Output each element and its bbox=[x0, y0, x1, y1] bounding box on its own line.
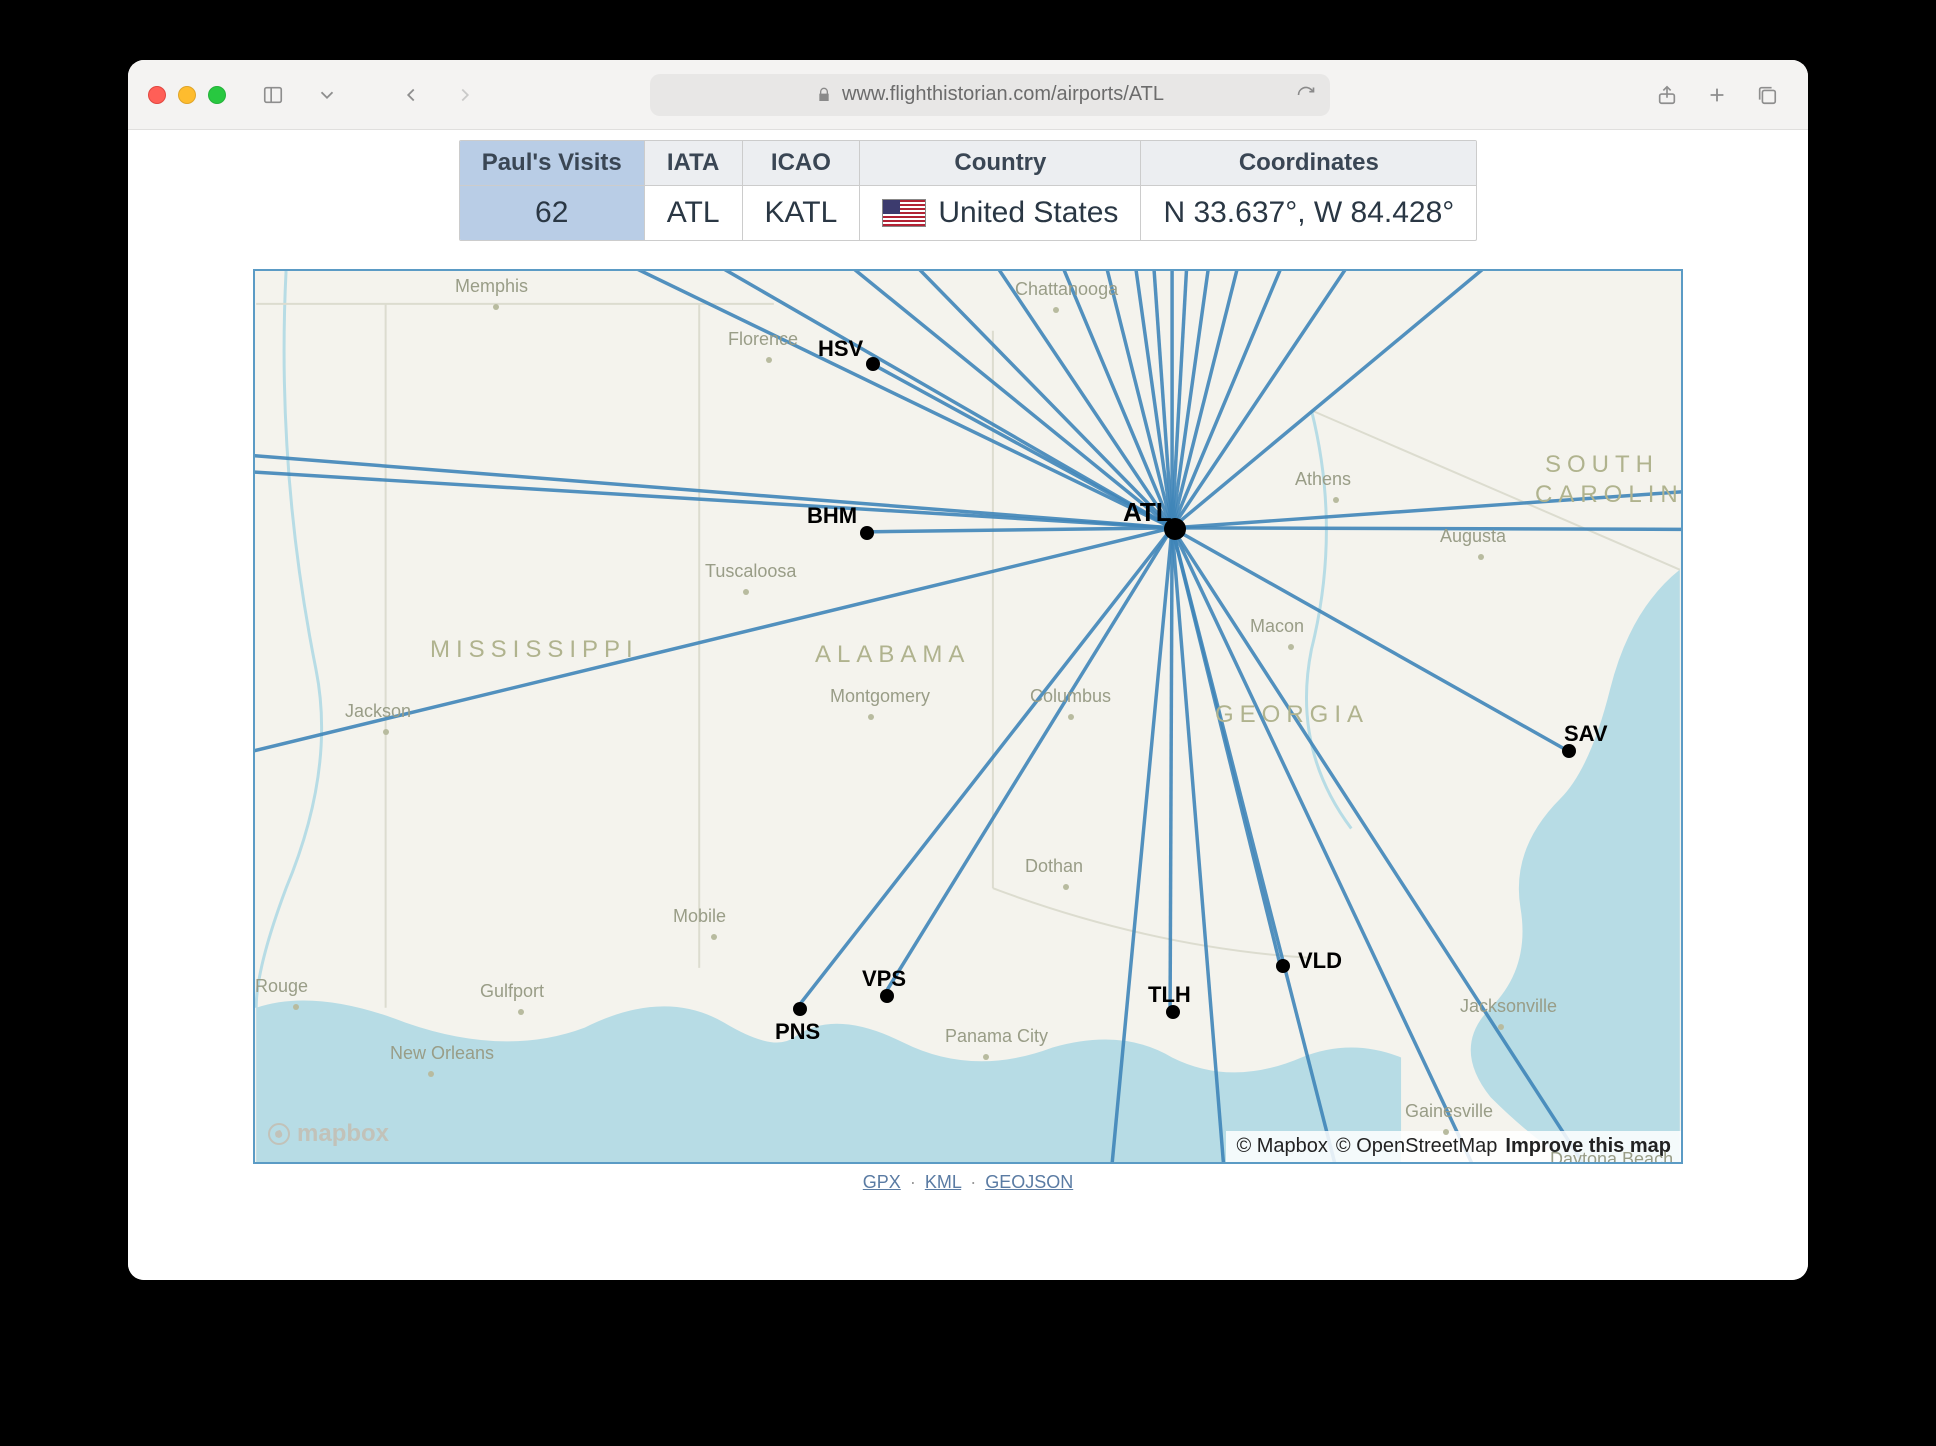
browser-toolbar: www.flighthistorian.com/airports/ATL bbox=[128, 60, 1808, 130]
new-tab-button[interactable] bbox=[1696, 76, 1738, 114]
airport-dot-hsv[interactable] bbox=[866, 357, 880, 371]
city-dot bbox=[1288, 644, 1294, 650]
city-dot bbox=[1478, 554, 1484, 560]
city-dot bbox=[983, 1054, 989, 1060]
city-dot bbox=[1443, 1129, 1449, 1135]
url-text: www.flighthistorian.com/airports/ATL bbox=[842, 83, 1164, 106]
coords-column: Coordinates N 33.637°, W 84.428° bbox=[1141, 141, 1476, 240]
map-svg bbox=[255, 271, 1681, 1162]
country-text: United States bbox=[938, 196, 1118, 230]
airport-dot-sav[interactable] bbox=[1562, 744, 1576, 758]
address-bar[interactable]: www.flighthistorian.com/airports/ATL bbox=[650, 74, 1330, 116]
visits-header: Paul's Visits bbox=[460, 141, 644, 186]
safari-window: www.flighthistorian.com/airports/ATL Pau… bbox=[128, 60, 1808, 1280]
city-dot bbox=[1063, 884, 1069, 890]
airport-dot-bhm[interactable] bbox=[860, 526, 874, 540]
reload-icon[interactable] bbox=[1296, 85, 1316, 105]
city-dot bbox=[428, 1071, 434, 1077]
iata-column: IATA ATL bbox=[645, 141, 743, 240]
page-content: Paul's Visits 62 IATA ATL ICAO KATL Coun… bbox=[128, 130, 1808, 1280]
country-column: Country United States bbox=[860, 141, 1141, 240]
airport-dot-tlh[interactable] bbox=[1166, 1005, 1180, 1019]
coords-header: Coordinates bbox=[1141, 141, 1476, 186]
share-button[interactable] bbox=[1646, 76, 1688, 114]
icao-column: ICAO KATL bbox=[743, 141, 861, 240]
mapbox-logo-text: mapbox bbox=[297, 1120, 389, 1148]
airport-dot-vps[interactable] bbox=[880, 989, 894, 1003]
iata-header: IATA bbox=[645, 141, 742, 186]
close-window-button[interactable] bbox=[148, 86, 166, 104]
sidebar-toggle-button[interactable] bbox=[252, 76, 294, 114]
city-dot bbox=[1068, 714, 1074, 720]
visits-value: 62 bbox=[460, 186, 644, 240]
lock-icon bbox=[816, 87, 832, 103]
city-dot bbox=[1333, 497, 1339, 503]
separator: · bbox=[970, 1172, 976, 1192]
attr-osm[interactable]: © OpenStreetMap bbox=[1336, 1135, 1497, 1158]
city-dot bbox=[868, 714, 874, 720]
back-button[interactable] bbox=[390, 76, 432, 114]
zoom-window-button[interactable] bbox=[208, 86, 226, 104]
airport-dot-vld[interactable] bbox=[1276, 959, 1290, 973]
forward-button[interactable] bbox=[444, 76, 486, 114]
airport-dot-pns[interactable] bbox=[793, 1002, 807, 1016]
us-flag-icon bbox=[882, 199, 926, 227]
coords-value: N 33.637°, W 84.428° bbox=[1141, 186, 1476, 240]
country-header: Country bbox=[860, 141, 1140, 186]
city-dot bbox=[766, 357, 772, 363]
airport-info-table: Paul's Visits 62 IATA ATL ICAO KATL Coun… bbox=[459, 140, 1478, 241]
icao-header: ICAO bbox=[743, 141, 860, 186]
iata-value: ATL bbox=[645, 186, 742, 240]
city-dot bbox=[1053, 307, 1059, 313]
country-value: United States bbox=[860, 186, 1140, 240]
map-attribution: © Mapbox © OpenStreetMap Improve this ma… bbox=[1226, 1131, 1681, 1162]
download-links: GPX · KML · GEOJSON bbox=[863, 1172, 1073, 1193]
city-dot bbox=[1498, 1024, 1504, 1030]
city-dot bbox=[743, 589, 749, 595]
gpx-link[interactable]: GPX bbox=[863, 1172, 901, 1192]
city-dot bbox=[493, 304, 499, 310]
kml-link[interactable]: KML bbox=[925, 1172, 961, 1192]
mapbox-icon bbox=[267, 1122, 291, 1146]
mapbox-logo[interactable]: mapbox bbox=[267, 1120, 389, 1148]
city-dot bbox=[518, 1009, 524, 1015]
city-dot bbox=[293, 1004, 299, 1010]
improve-map-link[interactable]: Improve this map bbox=[1505, 1135, 1671, 1158]
minimize-window-button[interactable] bbox=[178, 86, 196, 104]
city-dot bbox=[711, 934, 717, 940]
attr-mapbox[interactable]: © Mapbox bbox=[1236, 1135, 1327, 1158]
flight-map[interactable]: mapbox © Mapbox © OpenStreetMap Improve … bbox=[253, 269, 1683, 1164]
icao-value: KATL bbox=[743, 186, 860, 240]
tab-group-dropdown[interactable] bbox=[306, 76, 348, 114]
geojson-link[interactable]: GEOJSON bbox=[985, 1172, 1073, 1192]
separator: · bbox=[910, 1172, 916, 1192]
city-dot bbox=[383, 729, 389, 735]
window-controls bbox=[148, 86, 226, 104]
visits-column: Paul's Visits 62 bbox=[460, 141, 645, 240]
tab-overview-button[interactable] bbox=[1746, 76, 1788, 114]
airport-dot-atl[interactable] bbox=[1164, 518, 1186, 540]
